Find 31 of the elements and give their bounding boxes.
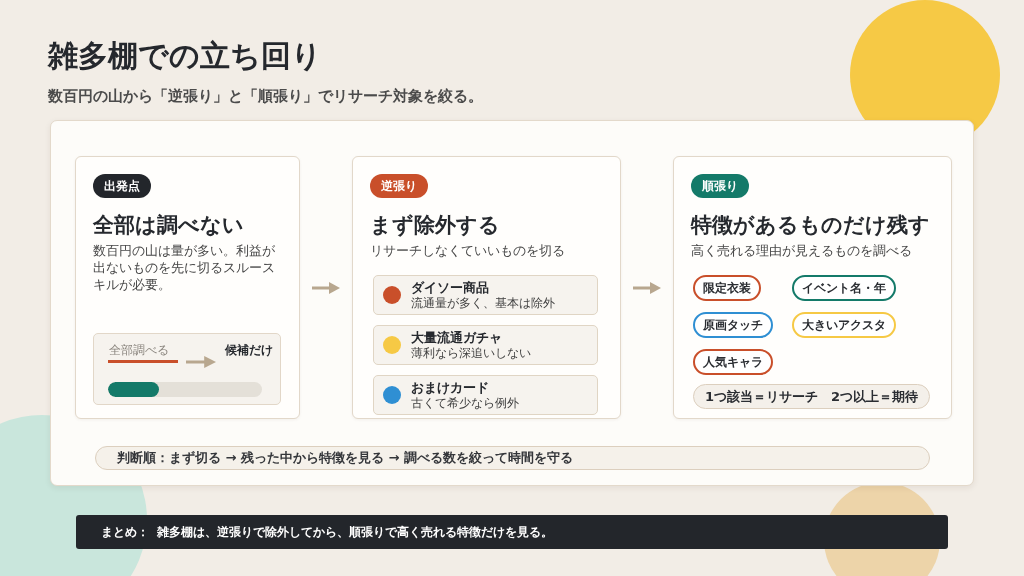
arrow-right-icon <box>633 281 661 294</box>
summary-text: 雑多棚は、逆張りで除外してから、順張りで高く売れる特徴だけを見る。 <box>157 524 553 540</box>
item-note: 古くて希少なら例外 <box>411 396 519 411</box>
card-description: 数百円の山は量が多い。利益が出ないものを先に切るスルースキルが必要。 <box>93 242 276 293</box>
item-note: 流通量が多く、基本は除外 <box>411 296 555 311</box>
arrow-right-icon <box>186 356 216 368</box>
rule-summary: 1つ該当＝リサーチ 2つ以上＝期待 <box>693 384 930 409</box>
card-title: まず除外する <box>370 212 501 239</box>
card-description: 高く売れる理由が見えるものを調べる <box>691 242 913 259</box>
feature-tag: 限定衣装 <box>693 275 761 301</box>
feature-tag: 原画タッチ <box>693 312 773 338</box>
step-badge: 逆張り <box>370 174 428 198</box>
feature-tag: 大きいアクスタ <box>792 312 896 338</box>
before-label: 全部調べる <box>108 342 178 363</box>
step-badge: 出発点 <box>93 174 151 198</box>
item-title: ダイソー商品 <box>411 279 490 296</box>
step-badge: 順張り <box>691 174 749 198</box>
card-title: 全部は調べない <box>93 212 245 239</box>
item-title: 大量流通ガチャ <box>411 329 503 346</box>
page-subtitle: 数百円の山から「逆張り」と「順張り」でリサーチ対象を絞る。 <box>48 86 484 106</box>
summary-label: まとめ： <box>101 524 149 540</box>
item-title: おまけカード <box>411 379 490 396</box>
feature-tag: 人気キャラ <box>693 349 773 375</box>
feature-tag: イベント名・年 <box>792 275 896 301</box>
after-label: 候補だけ <box>225 342 273 358</box>
decision-order-bar: 判断順：まず切る → 残った中から特徴を見る → 調べる数を絞って時間を守る <box>95 446 930 470</box>
card-title: 特徴があるものだけ残す <box>691 212 931 239</box>
card-description: リサーチしなくていいものを切る <box>370 242 566 259</box>
item-note: 薄利なら深追いしない <box>411 346 531 361</box>
page-title: 雑多棚での立ち回り <box>48 38 323 74</box>
arrow-right-icon <box>312 281 340 294</box>
